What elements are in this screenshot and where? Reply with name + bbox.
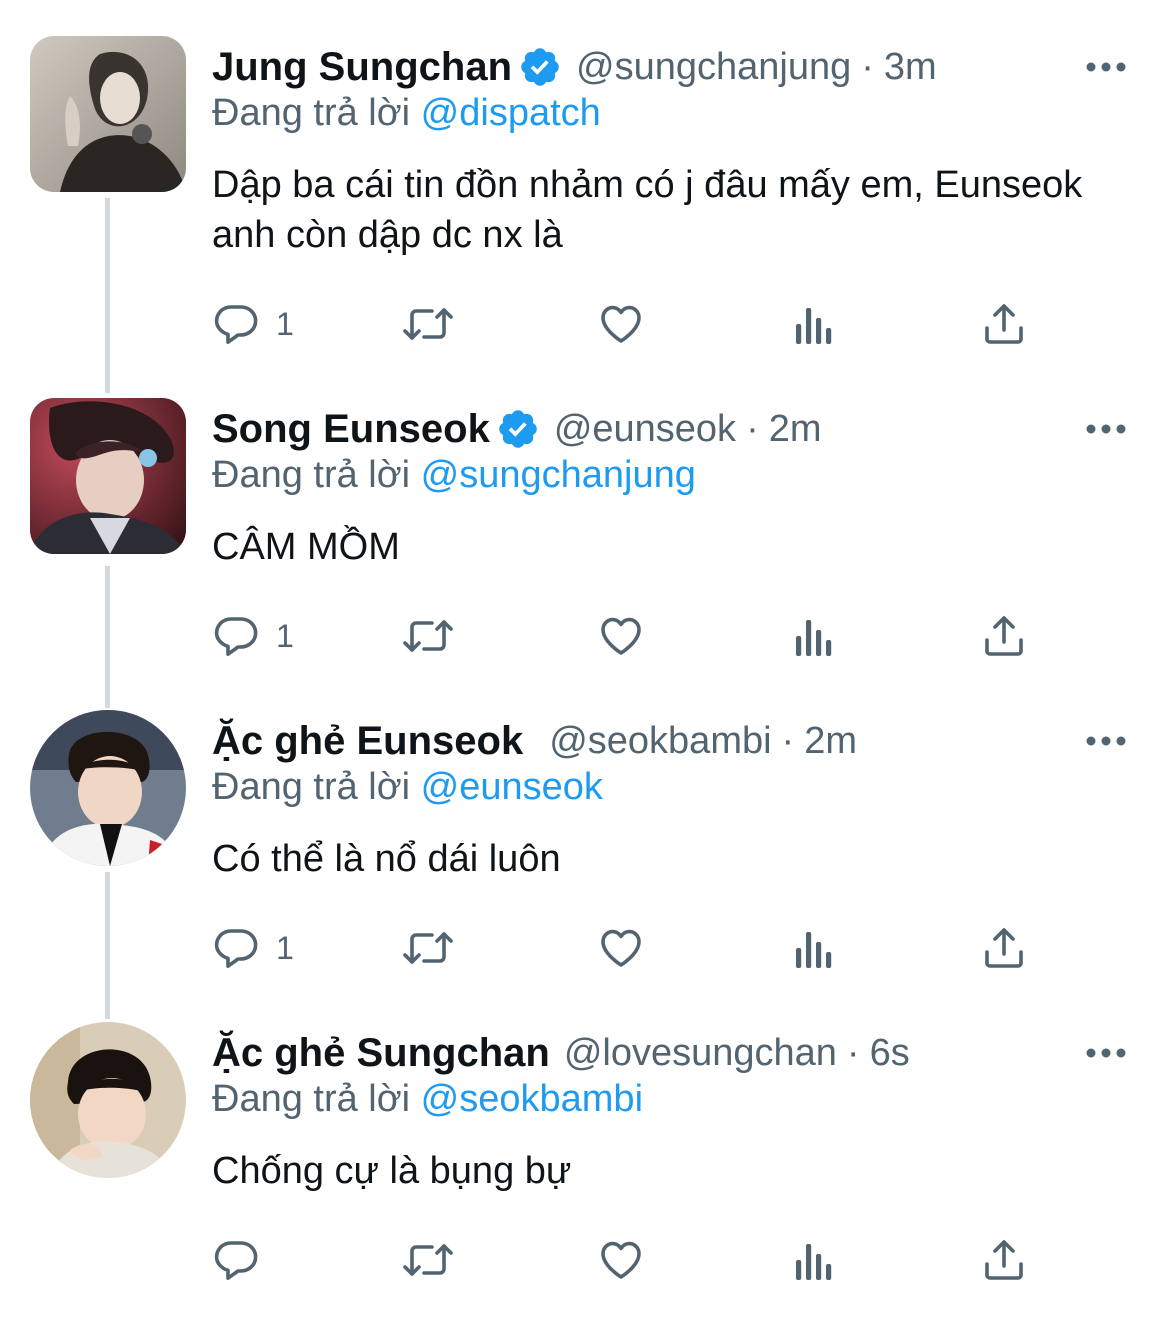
- replying-to-line: Đang trả lời @dispatch: [212, 92, 601, 135]
- tweet-text: Chống cự là bụng bự: [212, 1150, 572, 1192]
- replying-to-mention[interactable]: @sungchanjung: [421, 454, 696, 496]
- tweet-text: Dập ba cái tin đồn nhảm có j đâu mấy em,…: [212, 164, 1083, 256]
- avatar-photo: [30, 398, 186, 554]
- more-horizontal-icon[interactable]: [1086, 1048, 1126, 1058]
- retweet-button[interactable]: [400, 606, 456, 666]
- reply-button[interactable]: [212, 1230, 276, 1290]
- replying-to-line: Đang trả lời @seokbambi: [212, 1078, 643, 1121]
- heart-icon: [601, 929, 641, 967]
- action-bar: 1: [212, 606, 1072, 666]
- action-bar: [212, 1230, 1072, 1290]
- author-name[interactable]: Jung Sungchan: [212, 45, 512, 90]
- timestamp[interactable]: 3m: [884, 46, 937, 89]
- replying-to-mention[interactable]: @seokbambi: [421, 1078, 643, 1120]
- replying-to-line: Đang trả lời @sungchanjung: [212, 454, 696, 497]
- avatar-photo: [30, 710, 186, 866]
- share-upload-icon: [985, 1240, 1023, 1280]
- share-upload-icon: [985, 616, 1023, 656]
- replying-to-mention[interactable]: @dispatch: [421, 92, 601, 134]
- replying-to-label: Đang trả lời: [212, 766, 411, 808]
- replying-to-mention[interactable]: @eunseok: [421, 766, 603, 808]
- views-button[interactable]: [792, 294, 836, 354]
- bar-chart-icon: [796, 620, 832, 656]
- retweet-button[interactable]: [400, 294, 456, 354]
- reply-button[interactable]: 1: [212, 918, 294, 978]
- author-name[interactable]: Song Eunseok: [212, 407, 490, 452]
- retweet-button[interactable]: [400, 918, 456, 978]
- replying-to-line: Đang trả lời @eunseok: [212, 766, 603, 809]
- timestamp[interactable]: 2m: [804, 720, 857, 763]
- retweet-icon: [403, 620, 453, 652]
- bar-chart-icon: [796, 932, 832, 968]
- action-bar: 1: [212, 918, 1072, 978]
- action-bar: 1: [212, 294, 1072, 354]
- share-upload-icon: [985, 304, 1023, 344]
- share-button[interactable]: [980, 1230, 1028, 1290]
- tweet-text: Có thể là nổ dái luôn: [212, 838, 561, 880]
- tweet[interactable]: Jung Sungchan @sungchanjung · 3m Đang tr…: [0, 36, 1170, 348]
- share-button[interactable]: [980, 606, 1028, 666]
- reply-button[interactable]: 1: [212, 294, 294, 354]
- separator-dot: ·: [781, 719, 795, 762]
- reply-bubble-icon: [214, 1241, 258, 1280]
- tweet[interactable]: Ặc ghẻ Sungchan @lovesungchan · 6s Đang …: [0, 1022, 1170, 1334]
- avatar[interactable]: [30, 710, 186, 866]
- author-name[interactable]: Ặc ghẻ Eunseok: [212, 719, 523, 764]
- tweet-text: CÂM MỒM: [212, 526, 400, 568]
- reply-bubble-icon: [214, 929, 258, 968]
- reply-bubble-icon: [214, 305, 258, 344]
- separator-dot: ·: [846, 1031, 860, 1074]
- avatar-photo: [30, 1022, 186, 1178]
- views-button[interactable]: [792, 918, 836, 978]
- reply-button[interactable]: 1: [212, 606, 294, 666]
- bar-chart-icon: [796, 308, 832, 344]
- reply-count: 1: [276, 929, 294, 966]
- reply-bubble-icon: [214, 617, 258, 656]
- replying-to-label: Đang trả lời: [212, 1078, 411, 1120]
- retweet-icon: [403, 308, 453, 340]
- like-button[interactable]: [596, 1230, 646, 1290]
- timestamp[interactable]: 6s: [870, 1032, 910, 1075]
- separator-dot: ·: [746, 407, 759, 450]
- retweet-button[interactable]: [400, 1230, 456, 1290]
- heart-icon: [601, 305, 641, 343]
- views-button[interactable]: [792, 1230, 836, 1290]
- author-handle[interactable]: @sungchanjung: [576, 46, 851, 89]
- verified-badge-icon: [496, 407, 540, 451]
- more-horizontal-icon[interactable]: [1086, 62, 1126, 72]
- verified-badge-icon: [518, 45, 562, 89]
- reply-count: 1: [276, 617, 294, 654]
- replying-to-label: Đang trả lời: [212, 92, 411, 134]
- tweet[interactable]: Song Eunseok @eunseok · 2m Đang trả lời …: [0, 398, 1170, 710]
- replying-to-label: Đang trả lời: [212, 454, 411, 496]
- views-button[interactable]: [792, 606, 836, 666]
- avatar[interactable]: [30, 36, 186, 192]
- share-upload-icon: [985, 928, 1023, 968]
- author-name[interactable]: Ặc ghẻ Sungchan: [212, 1031, 550, 1076]
- bar-chart-icon: [796, 1244, 832, 1280]
- avatar-photo: [30, 36, 186, 192]
- heart-icon: [601, 1241, 641, 1279]
- author-handle[interactable]: @eunseok: [554, 408, 736, 451]
- retweet-icon: [403, 1244, 453, 1276]
- like-button[interactable]: [596, 606, 646, 666]
- more-horizontal-icon[interactable]: [1086, 736, 1126, 746]
- share-button[interactable]: [980, 294, 1028, 354]
- timestamp[interactable]: 2m: [769, 408, 822, 451]
- like-button[interactable]: [596, 918, 646, 978]
- share-button[interactable]: [980, 918, 1028, 978]
- author-handle[interactable]: @lovesungchan: [564, 1032, 837, 1075]
- like-button[interactable]: [596, 294, 646, 354]
- tweet[interactable]: Ặc ghẻ Eunseok @seokbambi · 2m Đang trả …: [0, 710, 1170, 1022]
- avatar[interactable]: [30, 1022, 186, 1178]
- avatar[interactable]: [30, 398, 186, 554]
- separator-dot: ·: [861, 45, 874, 88]
- reply-count: 1: [276, 305, 294, 342]
- retweet-icon: [403, 932, 453, 964]
- author-handle[interactable]: @seokbambi: [549, 720, 771, 763]
- heart-icon: [601, 617, 641, 655]
- more-horizontal-icon[interactable]: [1086, 424, 1126, 434]
